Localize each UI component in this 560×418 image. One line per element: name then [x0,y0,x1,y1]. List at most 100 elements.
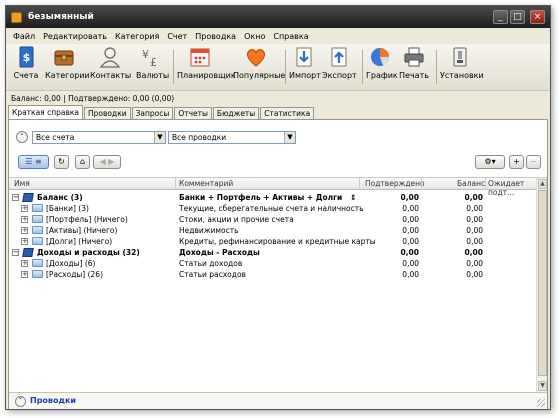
row-comment: Стоки, акции и прочие счета [179,215,294,224]
printer-icon [403,46,425,68]
table-row[interactable]: − Баланс (3) Банки + Портфель + Активы + Д… [9,192,537,203]
menu-file[interactable]: Файл [9,32,39,41]
tab-queries[interactable]: Запросы [131,107,174,119]
col-divider [421,178,422,190]
minimize-button[interactable]: _ [493,10,508,24]
menu-edit[interactable]: Редактировать [39,32,111,41]
gear-icon: ⚙▾ [484,157,496,166]
row-balance: 0,00 [464,248,483,257]
col-comment-header[interactable]: Комментарий [179,179,233,188]
transactions-filter-select[interactable]: Все проводки ▼ [168,131,296,144]
table-row[interactable]: + [Активы] (Ничего) Недвижимость 0,00 0,00 [9,225,537,236]
row-balance: 0,00 [464,193,483,202]
add-button[interactable]: + [509,155,524,169]
book-icon [22,248,34,257]
menu-window[interactable]: Окно [240,32,269,41]
row-balance: 0,00 [466,204,483,213]
plus-icon: + [513,157,520,166]
contacts-button[interactable]: Контакты [90,46,131,80]
back-forward-icon: ◀ ▶ [99,157,115,166]
col-divider [175,178,176,190]
col-confirmed-header[interactable]: Подтверждено [365,179,425,188]
scroll-up-icon[interactable]: ▲ [538,179,547,189]
book-icon [22,193,34,202]
chart-button[interactable]: График [366,46,398,80]
vertical-scrollbar[interactable]: ▲ ▼ [536,178,547,393]
close-button[interactable]: × [530,10,545,24]
expand-icon[interactable]: + [21,260,28,267]
collapse-icon[interactable]: − [12,249,19,256]
minus-icon: − [530,157,537,166]
expand-icon[interactable]: + [21,238,28,245]
expand-icon[interactable]: + [21,216,28,223]
menu-account[interactable]: Счет [163,32,191,41]
toolbar-separator [173,50,174,84]
col-name-header[interactable]: Имя [14,179,30,188]
menu-transaction[interactable]: Проводка [191,32,240,41]
table-row[interactable]: + [Портфель] (Ничего) Стоки, акции и прочи… [9,214,537,225]
table-row[interactable]: + [Расходы] (26) Статьи расходов 0,00 0,00 [9,269,537,280]
scroll-thumb[interactable] [538,190,547,376]
row-balance: 0,00 [466,237,483,246]
resize-grip-icon[interactable] [537,399,545,407]
row-comment: Статьи расходов [179,270,246,279]
accounts-filter-select[interactable]: Все счета ▼ [32,131,166,144]
table-row[interactable]: + [Доходы] (6) Статьи доходов 0,00 0,00 [9,258,537,269]
transactions-expander[interactable]: ˅ Проводки [9,392,547,409]
row-confirmed: 0,00 [402,226,419,235]
tab-statistics[interactable]: Статистика [260,107,315,119]
tab-summary[interactable]: Краткая справка [8,105,84,119]
dollar-icon: $ [15,46,37,68]
refresh-button[interactable]: ↻ [54,155,69,169]
col-balance-header[interactable]: Баланс [457,179,485,188]
popular-button[interactable]: Популярные [233,46,285,80]
table-row[interactable]: + [Банки] (3) Текущие, сберегательные счет… [9,203,537,214]
currencies-button[interactable]: ¥ £ Валюты [136,46,169,80]
scroll-down-icon[interactable]: ▼ [538,381,547,391]
settings-button[interactable]: Установки [440,46,484,80]
back-forward-buttons[interactable]: ◀ ▶ [93,155,121,169]
table-row[interactable]: + [Долги] (Ничего) Кредиты, рефинансирован… [9,236,537,247]
row-comment: Банки + Портфель + Активы + Долги [179,193,343,202]
expand-icon[interactable]: + [21,227,28,234]
menu-help[interactable]: Справка [269,32,312,41]
menu-category[interactable]: Категория [111,32,163,41]
print-button[interactable]: Печать [399,46,429,80]
import-button[interactable]: Импорт [289,46,321,80]
categories-button[interactable]: Категории [45,46,90,80]
remove-button[interactable]: − [526,155,541,169]
collapse-icon[interactable]: − [12,194,19,201]
row-comment: Статьи доходов [179,259,243,268]
folder-icon [32,226,43,234]
row-confirmed: 0,00 [400,193,419,202]
expand-icon[interactable]: ˅ [15,396,26,407]
home-button[interactable]: ⌂ [75,155,90,169]
view-mode-toggle[interactable]: ☰ ≡ [18,155,49,169]
options-menu-button[interactable]: ⚙▾ [475,155,505,169]
folder-icon [32,204,43,212]
tab-reports[interactable]: Отчеты [174,107,212,119]
refresh-icon: ↻ [58,157,65,166]
row-balance: 0,00 [466,215,483,224]
menu-bar: Файл Редактировать Категория Счет Провод… [6,28,550,44]
person-icon [99,46,121,68]
row-comment: Кредиты, рефинансирование и кредитные ка… [179,237,376,246]
row-name: Баланс (3) [37,193,83,202]
export-button[interactable]: Экспорт [322,46,357,80]
sort-icon: ⇕ [350,193,357,202]
footer-label: Проводки [30,396,76,405]
row-name: [Расходы] (26) [46,270,104,279]
maximize-button[interactable]: □ [510,10,525,24]
scheduler-button[interactable]: Планировщик [177,46,236,80]
expand-icon[interactable]: + [21,205,28,212]
svg-text:¥: ¥ [142,48,149,61]
tab-transactions[interactable]: Проводки [84,107,131,119]
folder-icon [32,270,43,278]
balance-status: Баланс: 0,00 | Подтверждено: 0,00 (0,00) [6,92,550,105]
expand-icon[interactable]: + [21,271,28,278]
row-name: [Банки] (3) [46,204,89,213]
accounts-button[interactable]: $ Счета [12,46,40,80]
collapse-filters-button[interactable]: ˄ [16,131,28,143]
tab-budgets[interactable]: Бюджеты [212,107,260,119]
table-row[interactable]: − Доходы и расходы (32) Доходы - Расходы 0,… [9,247,537,258]
